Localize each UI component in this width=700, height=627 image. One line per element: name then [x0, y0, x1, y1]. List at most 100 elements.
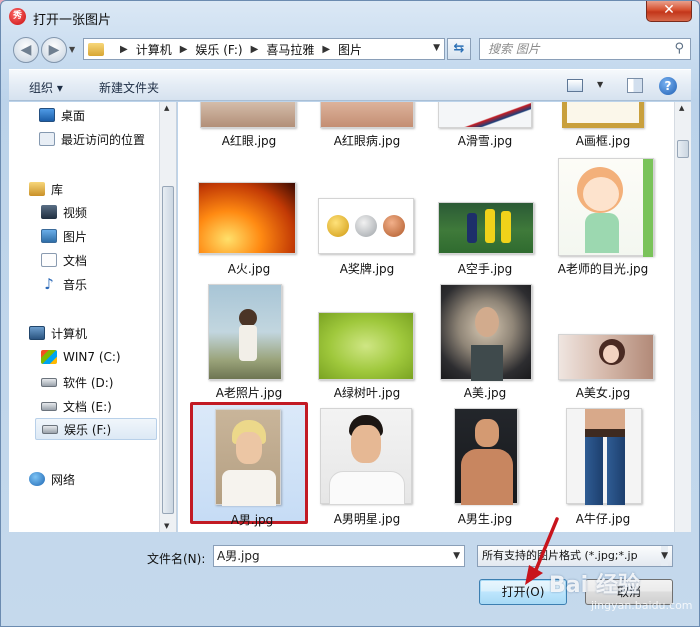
address-dropdown-icon[interactable]: ▼ — [433, 43, 440, 53]
sidebar-item-pictures[interactable]: 图片 — [41, 225, 87, 247]
forward-arrow-icon: ▶ — [48, 42, 60, 58]
sidebar-item-desktop[interactable]: 桌面 — [39, 104, 85, 126]
file-thumbnail — [198, 182, 296, 254]
file-thumbnail — [320, 102, 414, 128]
sidebar-item-drive-f[interactable]: 娱乐 (F:) — [35, 418, 157, 440]
search-input[interactable]: 搜索 图片 ⚲ — [479, 38, 691, 60]
sidebar-item-recent-places[interactable]: 最近访问的位置 — [39, 128, 145, 150]
file-item[interactable]: A老师的目光.jpg — [544, 154, 662, 276]
close-button[interactable]: ✕ — [646, 1, 692, 22]
sidebar-item-drive-e[interactable]: 文档 (E:) — [41, 395, 112, 417]
recent-pages-dropdown-icon[interactable]: ▼ — [69, 45, 79, 55]
preview-pane-icon[interactable] — [627, 78, 643, 93]
watermark-url: jingyan.baidu.com — [591, 599, 693, 612]
scroll-up-icon[interactable]: ▲ — [679, 104, 684, 112]
breadcrumb-chevron-icon[interactable]: ▶ — [180, 44, 188, 55]
scroll-down-icon[interactable]: ▼ — [164, 522, 169, 530]
help-icon[interactable]: ? — [659, 77, 677, 95]
refresh-icon: ⇆ — [453, 41, 465, 56]
search-placeholder: 搜索 图片 — [488, 42, 540, 56]
breadcrumb-chevron-icon[interactable]: ▶ — [322, 44, 330, 55]
change-view-icon[interactable] — [567, 79, 583, 92]
filename-input[interactable]: A男.jpg ▼ — [213, 545, 465, 567]
file-list: A红眼.jpg A红眼病.jpg A滑雪.jpg A画框.jpg A火.jpg … — [178, 102, 674, 532]
file-thumbnail — [320, 408, 412, 505]
file-list-scrollbar[interactable]: ▲ — [674, 102, 691, 532]
file-thumbnail — [566, 408, 642, 505]
drive-icon — [41, 401, 57, 411]
drive-icon — [41, 377, 57, 387]
scrollbar-thumb[interactable] — [162, 186, 174, 514]
music-icon: ♪ — [44, 275, 54, 293]
file-thumbnail — [318, 312, 414, 380]
file-item[interactable]: A老照片.jpg — [190, 280, 308, 402]
filename-dropdown-icon[interactable]: ▼ — [453, 546, 460, 566]
documents-icon — [41, 253, 57, 267]
windows-drive-icon — [41, 350, 57, 364]
file-thumbnail — [200, 102, 296, 128]
file-thumbnail — [558, 334, 654, 380]
filename-label: 文件名(N): — [147, 552, 206, 566]
file-thumbnail — [558, 158, 654, 257]
file-thumbnail — [215, 409, 281, 506]
open-image-dialog: 秀 打开一张图片 ✕ ◀ ▶ ▼ ▶ 计算机 ▶ 娱乐 (F:) ▶ 喜马拉雅 … — [0, 0, 700, 627]
scroll-up-icon[interactable]: ▲ — [164, 104, 169, 112]
sidebar-item-videos[interactable]: 视频 — [41, 201, 87, 223]
file-item[interactable]: A美女.jpg — [544, 280, 662, 402]
app-logo-icon: 秀 — [9, 8, 26, 25]
navigation-pane: 桌面 最近访问的位置 库 视频 图片 文档 ♪ 音乐 计算机 WIN7 (C:) … — [9, 102, 177, 532]
sidebar-item-network[interactable]: 网络 — [29, 468, 75, 490]
breadcrumb-chevron-icon[interactable]: ▶ — [120, 44, 128, 55]
refresh-button[interactable]: ⇆ — [447, 38, 471, 60]
breadcrumb-pictures[interactable]: 图片 — [338, 41, 362, 58]
sidebar-item-documents[interactable]: 文档 — [41, 249, 87, 271]
file-item-selected[interactable]: A男.jpg — [190, 402, 308, 527]
file-item[interactable]: A男明星.jpg — [308, 402, 426, 526]
file-thumbnail — [318, 198, 414, 254]
back-button[interactable]: ◀ — [13, 37, 39, 63]
filename-value: A男.jpg — [217, 549, 260, 563]
scrollbar-thumb[interactable] — [677, 140, 689, 158]
drive-icon — [42, 424, 58, 434]
file-thumbnail — [440, 284, 532, 381]
computer-icon — [29, 326, 45, 340]
folder-icon — [88, 42, 104, 56]
forward-button[interactable]: ▶ — [41, 37, 67, 63]
pictures-icon — [41, 229, 57, 243]
organize-button[interactable]: 组织 ▾ — [29, 79, 63, 96]
libraries-icon — [29, 182, 45, 196]
recent-places-icon — [39, 132, 55, 146]
file-type-dropdown-icon[interactable]: ▼ — [661, 546, 668, 566]
file-thumbnail — [438, 202, 534, 254]
file-item[interactable]: A牛仔.jpg — [544, 402, 662, 526]
video-icon — [41, 205, 57, 219]
breadcrumb-drive-f[interactable]: 娱乐 (F:) — [195, 41, 242, 58]
desktop-icon — [39, 108, 55, 122]
file-thumbnail — [454, 408, 518, 505]
command-toolbar: 组织 ▾ 新建文件夹 ▼ ? — [9, 69, 691, 101]
breadcrumb-himalaya[interactable]: 喜马拉雅 — [266, 41, 314, 58]
window-title: 打开一张图片 — [33, 13, 112, 28]
file-thumbnail — [562, 102, 644, 128]
watermark-logo: Bai 经验 — [549, 573, 640, 598]
search-icon[interactable]: ⚲ — [674, 39, 684, 59]
address-bar[interactable]: ▶ 计算机 ▶ 娱乐 (F:) ▶ 喜马拉雅 ▶ 图片 ▼ — [83, 38, 445, 60]
sidebar-item-music[interactable]: ♪ 音乐 — [41, 273, 87, 295]
sidebar-item-drive-d[interactable]: 软件 (D:) — [41, 371, 113, 393]
file-item[interactable]: A绿树叶.jpg — [308, 280, 426, 402]
sidebar-item-computer[interactable]: 计算机 — [29, 322, 87, 344]
back-arrow-icon: ◀ — [20, 42, 32, 58]
navigation-scrollbar[interactable]: ▲ ▼ — [159, 102, 176, 532]
new-folder-button[interactable]: 新建文件夹 — [99, 79, 159, 96]
view-options-dropdown-icon[interactable]: ▼ — [597, 80, 603, 89]
file-item[interactable]: A男生.jpg — [426, 402, 544, 526]
file-item[interactable]: A美.jpg — [426, 280, 544, 402]
network-icon — [29, 472, 45, 486]
sidebar-item-libraries[interactable]: 库 — [29, 178, 63, 200]
file-thumbnail — [438, 102, 532, 128]
breadcrumb: ▶ 计算机 ▶ 娱乐 (F:) ▶ 喜马拉雅 ▶ 图片 — [112, 41, 362, 58]
breadcrumb-computer[interactable]: 计算机 — [136, 41, 172, 58]
breadcrumb-chevron-icon[interactable]: ▶ — [251, 44, 259, 55]
file-thumbnail — [208, 284, 282, 380]
sidebar-item-drive-c[interactable]: WIN7 (C:) — [41, 346, 121, 368]
